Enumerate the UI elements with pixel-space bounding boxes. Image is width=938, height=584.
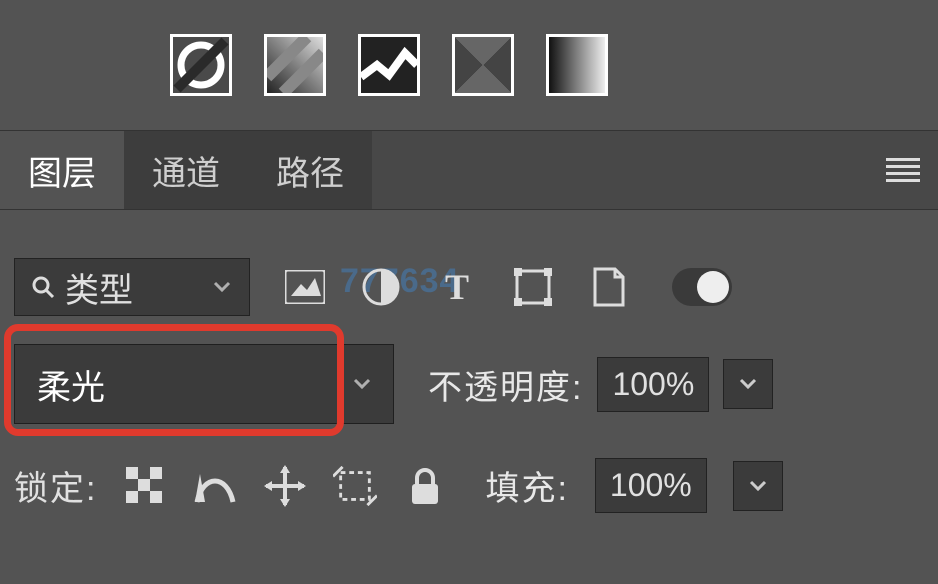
layer-filter-row: 类型 T <box>0 258 938 316</box>
filter-pixel-icon[interactable] <box>284 266 326 308</box>
panel-tabs: 图层 通道 路径 <box>0 130 938 210</box>
chevron-down-icon <box>749 480 767 492</box>
gradient-preset-1-icon[interactable] <box>170 34 232 96</box>
chevron-down-icon <box>353 378 371 390</box>
filter-type-icon[interactable]: T <box>436 266 478 308</box>
gradient-preset-3-icon[interactable] <box>358 34 420 96</box>
tool-options-bar <box>0 0 938 130</box>
lock-transparency-icon[interactable] <box>123 464 167 508</box>
lock-label: 锁定: <box>14 461 97 510</box>
fill-value[interactable]: 100% <box>595 458 707 513</box>
gradient-preset-5-icon[interactable] <box>546 34 608 96</box>
lock-artboard-icon[interactable] <box>333 464 377 508</box>
lock-fill-row: 锁定: 填充: 100% <box>0 458 938 513</box>
chevron-down-icon <box>213 281 231 293</box>
blend-mode-value: 柔光 <box>37 360 105 409</box>
tab-spacer <box>372 131 868 209</box>
lock-image-icon[interactable] <box>193 464 237 508</box>
lock-all-icon[interactable] <box>403 464 447 508</box>
gradient-preset-2-icon[interactable] <box>264 34 326 96</box>
chevron-down-icon <box>739 378 757 390</box>
filter-toggle[interactable] <box>672 268 732 306</box>
opacity-value[interactable]: 100% <box>597 357 709 412</box>
lock-position-icon[interactable] <box>263 464 307 508</box>
filter-kind-label: 类型 <box>65 263 133 312</box>
gradient-preset-4-icon[interactable] <box>452 34 514 96</box>
filter-shape-icon[interactable] <box>512 266 554 308</box>
fill-label: 填充: <box>485 461 568 510</box>
tab-channels[interactable]: 通道 <box>124 131 248 209</box>
panel-menu-icon[interactable] <box>868 131 938 209</box>
opacity-label: 不透明度: <box>428 360 583 409</box>
toggle-knob <box>697 271 729 303</box>
fill-dropdown-button[interactable] <box>733 461 783 511</box>
filter-smartobject-icon[interactable] <box>588 266 630 308</box>
tab-layers[interactable]: 图层 <box>0 131 124 209</box>
search-icon <box>31 275 55 299</box>
filter-adjustment-icon[interactable] <box>360 266 402 308</box>
blend-mode-dropdown[interactable]: 柔光 <box>14 344 394 424</box>
blend-opacity-row: 柔光 不透明度: 100% <box>0 344 938 424</box>
filter-kind-dropdown[interactable]: 类型 <box>14 258 250 316</box>
opacity-dropdown-button[interactable] <box>723 359 773 409</box>
tab-paths[interactable]: 路径 <box>248 131 372 209</box>
